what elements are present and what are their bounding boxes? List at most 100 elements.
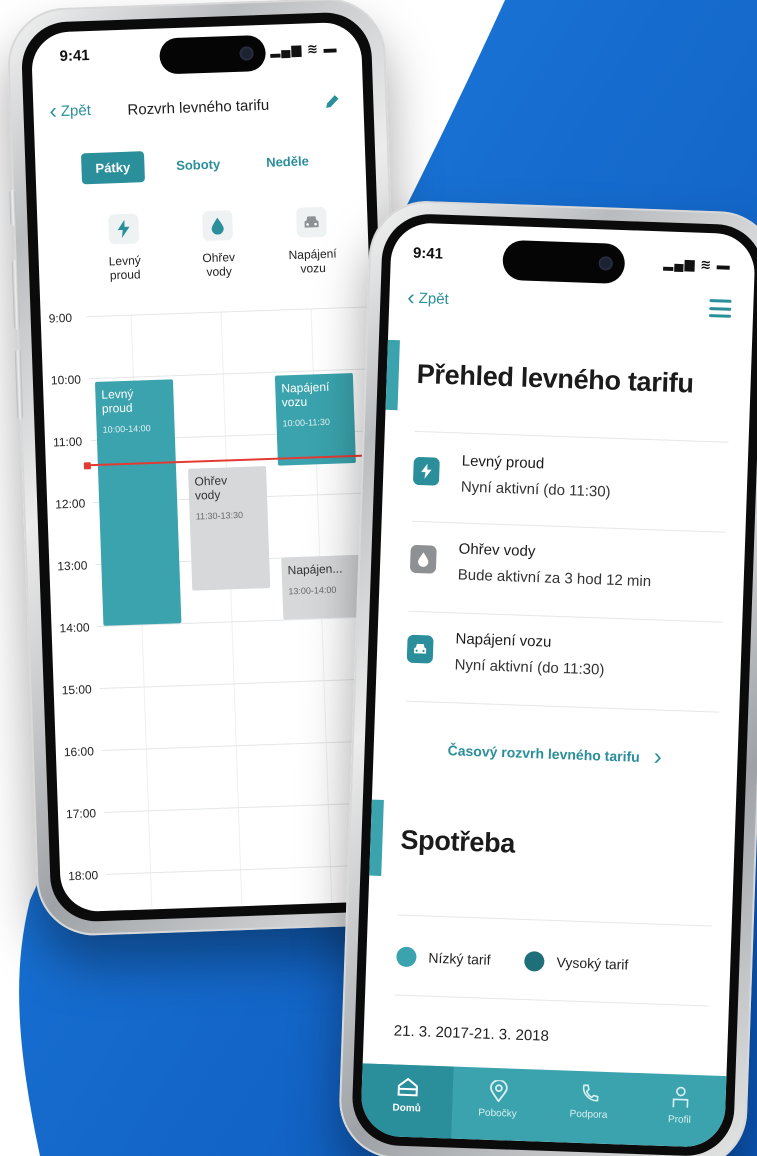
divider: [395, 994, 709, 1007]
hour-label: 10:00: [50, 372, 82, 388]
category-label: proud: [109, 267, 141, 283]
event-napajeni-vozu[interactable]: Napájení vozu 10:00-11:30: [274, 372, 356, 466]
water-drop-icon: [409, 544, 437, 574]
hour-label: 18:00: [67, 868, 99, 884]
overview-title: Přehled levného tarifu: [416, 358, 695, 399]
hour-label: 15:00: [61, 682, 92, 698]
tariff-row-napajeni-vozu[interactable]: Napájení vozu Nyní aktivní (do 11:30): [406, 621, 722, 702]
back-button[interactable]: ‹ Zpět: [407, 285, 450, 310]
category-label: Levný: [108, 253, 142, 269]
category-label: Ohřev: [202, 250, 236, 266]
signal-wifi-battery-icon: ▂▄▆ ≋ ▬: [269, 40, 338, 58]
schedule-nav-bar: ‹ Zpět Rozvrh levného tarifu: [49, 92, 348, 130]
tab-label: Domů: [392, 1102, 421, 1115]
tab-label: Pobočky: [478, 1107, 517, 1120]
event-title: proud: [101, 400, 133, 416]
event-levny-proud[interactable]: Levný proud 10:00-14:00: [94, 379, 182, 626]
legend-item-high: Vysoký tarif: [524, 951, 629, 975]
lightning-icon: [108, 213, 140, 245]
schedule-link-label: Časový rozvrh levného tarifu: [447, 742, 640, 765]
schedule-link[interactable]: Časový rozvrh levného tarifu ›: [447, 736, 662, 771]
hamburger-menu-icon[interactable]: [708, 299, 732, 318]
tab-patky[interactable]: Pátky: [80, 151, 145, 185]
tab-pobocky[interactable]: Pobočky: [451, 1067, 544, 1142]
car-icon: [406, 634, 434, 664]
category-ohrev-vody: Ohřev vody: [187, 210, 249, 280]
tab-profil[interactable]: Profil: [633, 1073, 726, 1148]
home-icon: [397, 1077, 418, 1097]
hour-label: 11:00: [52, 434, 83, 450]
tab-nedele[interactable]: Neděle: [252, 145, 324, 178]
hour-line: [99, 678, 384, 690]
water-drop-icon: [202, 210, 234, 242]
divider: [408, 610, 723, 623]
location-pin-icon: [489, 1079, 508, 1103]
divider: [411, 520, 726, 533]
legend-dot: [396, 946, 417, 968]
back-button[interactable]: ‹ Zpět: [49, 98, 92, 124]
consumption-title: Spotřeba: [399, 824, 516, 859]
section-accent-bar: [369, 799, 384, 876]
tab-podpora[interactable]: Podpora: [542, 1070, 635, 1145]
signal-wifi-battery-icon: ▂▄▆ ≋ ▬: [663, 255, 732, 273]
lightning-icon: [412, 456, 440, 486]
category-napajeni-vozu: Napájení vozu: [281, 206, 343, 276]
hour-line: [101, 740, 386, 751]
tariff-row-ohrev-vody[interactable]: Ohřev vody Bude aktivní za 3 hod 12 min: [409, 531, 725, 612]
phone-icon: [582, 1084, 598, 1102]
hour-label: 16:00: [63, 744, 95, 760]
dynamic-island: [502, 239, 626, 285]
phone-side-button: [9, 189, 17, 226]
hour-label: 9:00: [48, 310, 73, 326]
status-time: 9:41: [59, 46, 90, 66]
divider: [405, 700, 720, 713]
day-tabs: Pátky Soboty Neděle: [80, 145, 324, 185]
legend-label: Vysoký tarif: [556, 954, 629, 973]
person-icon: [672, 1086, 688, 1108]
car-icon: [296, 206, 328, 238]
hour-label: 14:00: [59, 620, 90, 636]
event-ohrev-vody[interactable]: Ohřev vody 11:30-13:30: [188, 466, 271, 591]
dynamic-island: [159, 34, 267, 75]
chevron-left-icon: ‹: [49, 98, 58, 124]
event-title: Napájen...: [287, 561, 343, 578]
event-time: 10:00-11:30: [282, 416, 331, 429]
hour-line: [103, 802, 388, 813]
divider: [397, 914, 712, 927]
chevron-right-icon: ›: [653, 743, 663, 771]
schedule-grid: 9:00 10:00 11:00 12:00 13:00 14:00 15:00…: [41, 306, 392, 913]
category-label: vozu: [300, 260, 327, 276]
back-label: Zpět: [60, 101, 92, 120]
category-levny-proud: Levný proud: [93, 213, 155, 283]
overview-nav-bar: ‹ Zpět: [407, 285, 732, 326]
category-label: vody: [206, 264, 233, 280]
section-accent-bar: [385, 339, 400, 411]
tab-soboty[interactable]: Soboty: [162, 148, 235, 181]
row-status: Nyní aktivní (do 11:30): [454, 656, 605, 679]
tab-label: Podpora: [569, 1108, 608, 1121]
event-napajeni-vozu-2[interactable]: Napájen... 13:00-14:00: [281, 554, 362, 620]
category-label: Napájení: [288, 246, 337, 263]
event-title: vozu: [281, 394, 308, 410]
category-header: Levný proud Ohřev vody Napájení vozu: [93, 205, 385, 283]
tariff-row-levny-proud[interactable]: Levný proud Nyní aktivní (do 11:30): [412, 443, 728, 524]
hour-label: 12:00: [54, 496, 86, 512]
overview-phone: 9:41 ▂▄▆ ≋ ▬ ‹ Zpět Přehled levného tari…: [337, 199, 757, 1156]
page-title: Rozvrh levného tarifu: [127, 96, 270, 119]
legend-item-low: Nízký tarif: [396, 946, 491, 970]
grid-column-line: [220, 311, 244, 913]
bottom-tab-bar: Domů Pobočky Podpora Profil: [360, 1063, 727, 1149]
row-status: Bude aktivní za 3 hod 12 min: [457, 566, 652, 591]
event-title: vody: [194, 487, 221, 503]
row-status: Nyní aktivní (do 11:30): [460, 478, 611, 501]
edit-pencil-icon[interactable]: [323, 92, 342, 111]
event-time: 11:30-13:30: [195, 509, 244, 522]
legend-label: Nízký tarif: [428, 949, 491, 968]
schedule-screen: 9:41 ▂▄▆ ≋ ▬ ‹ Zpět Rozvrh levného tarif…: [30, 21, 392, 913]
tab-domu[interactable]: Domů: [360, 1063, 454, 1139]
status-time: 9:41: [412, 244, 444, 263]
overview-screen: 9:41 ▂▄▆ ≋ ▬ ‹ Zpět Přehled levného tari…: [360, 221, 756, 1149]
date-range: 21. 3. 2017-21. 3. 2018: [393, 1022, 550, 1045]
back-label: Zpět: [418, 289, 450, 308]
event-time: 13:00-14:00: [288, 584, 337, 597]
